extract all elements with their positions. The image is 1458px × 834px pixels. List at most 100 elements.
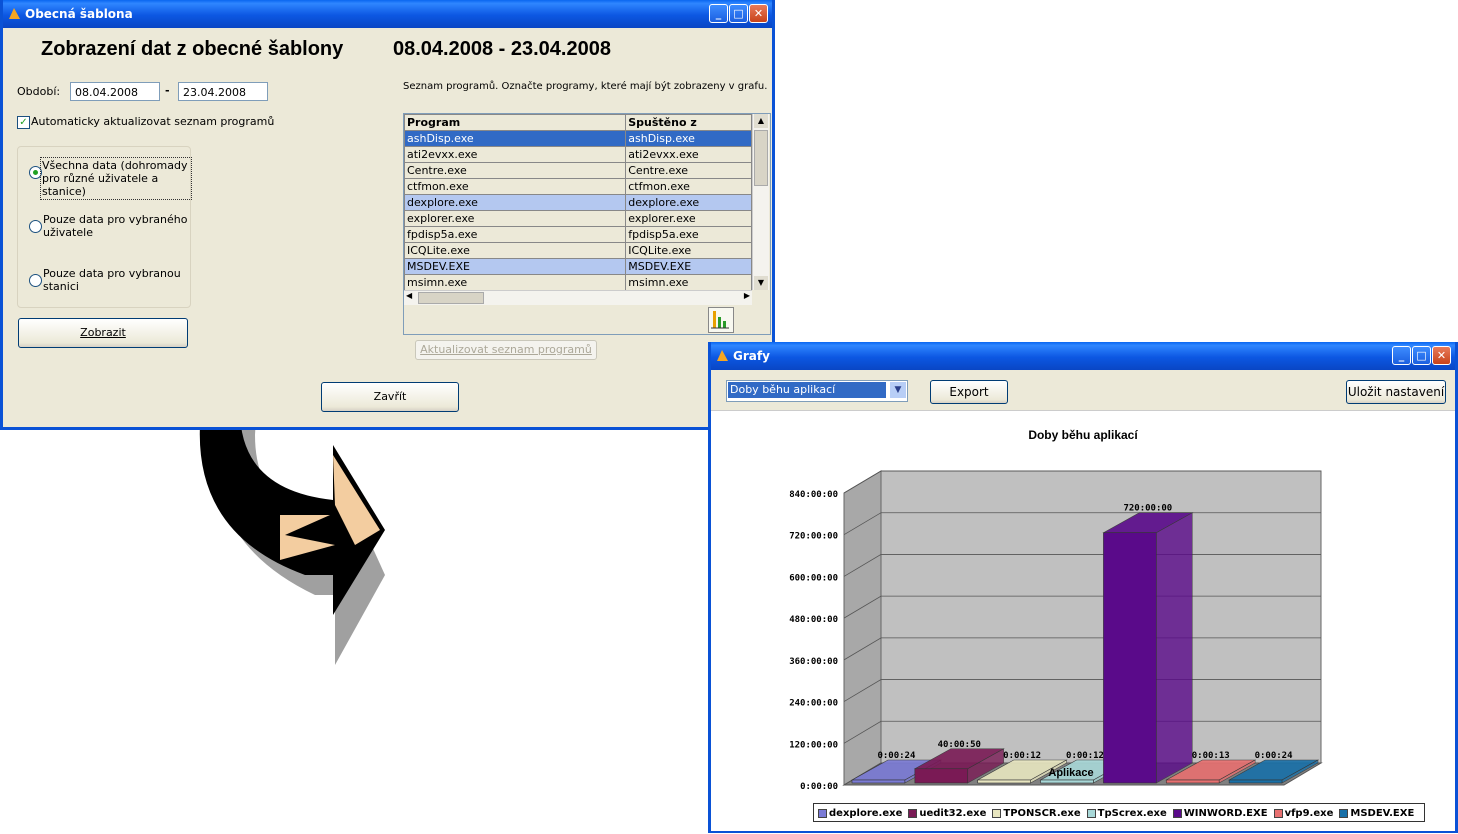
bar-value-label: 0:00:13 [1192, 751, 1230, 761]
legend-item: uedit32.exe [908, 808, 986, 819]
column-header-started[interactable]: Spuštěno z [625, 114, 752, 131]
radio-station-line2: stanici [43, 280, 79, 293]
radio-user-data[interactable] [29, 220, 42, 233]
table-row[interactable]: msimn.exe msimn.exe [403, 274, 752, 291]
bar-chart-icon [711, 311, 729, 329]
chevron-down-icon[interactable]: ▼ [890, 382, 906, 398]
close-window-button[interactable]: ✕ [1432, 346, 1451, 365]
program-cell: ashDisp.exe [403, 130, 627, 147]
maximize-button[interactable]: □ [1412, 346, 1431, 365]
radio-all-line1: Všechna data (dohromady [42, 159, 188, 172]
bar [977, 779, 1031, 784]
bar-value-label: 40:00:50 [938, 740, 981, 750]
legend-item: TpScrex.exe [1086, 808, 1167, 819]
template-window-titlebar[interactable]: Obecná šablona _ □ ✕ [3, 0, 772, 28]
maximize-icon: □ [733, 7, 744, 20]
scroll-right-icon[interactable]: ▶ [744, 291, 750, 300]
started-from-cell: dexplore.exe [625, 194, 752, 211]
bar [1040, 779, 1094, 784]
date-separator: - [165, 84, 170, 97]
legend-label: MSDEV.EXE [1350, 808, 1415, 819]
program-cell: ati2evxx.exe [403, 146, 627, 163]
minimize-button[interactable]: _ [709, 4, 728, 23]
maximize-icon: □ [1416, 349, 1427, 362]
legend-item: vfp9.exe [1273, 808, 1334, 819]
legend-swatch [992, 808, 1002, 818]
charts-window-titlebar[interactable]: Grafy _ □ ✕ [711, 342, 1455, 370]
bar [851, 779, 906, 784]
program-list-hint: Seznam programů. Označte programy, které… [403, 81, 768, 92]
y-tick-label: 720:00:00 [789, 532, 838, 542]
table-row[interactable]: dexplore.exe dexplore.exe [403, 194, 752, 211]
y-tick-label: 480:00:00 [789, 615, 838, 625]
chart-title: Doby běhu aplikací [1028, 428, 1138, 442]
table-row[interactable]: explorer.exe explorer.exe [403, 210, 752, 227]
table-row[interactable]: ati2evxx.exe ati2evxx.exe [403, 146, 752, 163]
table-row[interactable]: Centre.exe Centre.exe [403, 162, 752, 179]
column-header-program[interactable]: Program [403, 114, 627, 131]
legend-swatch [908, 808, 918, 818]
y-tick-label: 0:00:00 [800, 782, 838, 792]
scroll-left-icon[interactable]: ◀ [406, 291, 412, 300]
vertical-scroll-thumb[interactable] [754, 130, 768, 186]
scroll-up-icon[interactable]: ▲ [754, 114, 768, 128]
window-title: Obecná šablona [25, 7, 133, 21]
horizontal-scrollbar[interactable]: ◀ ▶ [404, 290, 752, 305]
radio-all-data-label[interactable]: Všechna data (dohromady pro různé uživat… [40, 157, 192, 200]
y-tick-label: 840:00:00 [789, 490, 838, 500]
radio-all-line2: pro různé uživatele a stanice) [42, 172, 159, 198]
chart-back-wall [880, 470, 1322, 764]
started-from-cell: explorer.exe [625, 210, 752, 227]
table-row[interactable]: ctfmon.exe ctfmon.exe [403, 178, 752, 195]
close-window-button[interactable]: ✕ [749, 4, 768, 23]
bar [1103, 532, 1157, 784]
radio-station-data[interactable] [29, 274, 42, 287]
legend-item: TPONSCR.exe [992, 808, 1081, 819]
program-cell: ICQLite.exe [403, 242, 627, 259]
bar-value-label: 0:00:12 [1003, 751, 1041, 761]
horizontal-scroll-thumb[interactable] [418, 292, 484, 304]
table-row[interactable]: MSDEV.EXE MSDEV.EXE [403, 258, 752, 275]
radio-user-label[interactable]: Pouze data pro vybraného uživatele [43, 213, 187, 239]
table-row[interactable]: ICQLite.exe ICQLite.exe [403, 242, 752, 259]
table-row[interactable]: ashDisp.exe ashDisp.exe [403, 130, 752, 147]
program-cell: ctfmon.exe [403, 178, 627, 195]
program-cell: Centre.exe [403, 162, 627, 179]
show-button[interactable]: Zobrazit [18, 318, 188, 348]
legend-swatch [818, 808, 827, 818]
legend-swatch [1086, 808, 1096, 818]
bar-side [1155, 512, 1193, 784]
date-to-field[interactable]: 23.04.2008 [178, 82, 268, 101]
radio-station-label[interactable]: Pouze data pro vybranou stanici [43, 267, 181, 293]
started-from-cell: ati2evxx.exe [625, 146, 752, 163]
bar [1165, 779, 1220, 784]
export-button[interactable]: Export [930, 380, 1008, 404]
chart-type-select[interactable]: Doby běhu aplikací ▼ [726, 380, 908, 402]
legend-label: vfp9.exe [1284, 808, 1334, 819]
legend-item: MSDEV.EXE [1339, 808, 1414, 819]
scroll-down-icon[interactable]: ▼ [754, 276, 768, 290]
legend-swatch [1339, 808, 1349, 818]
date-from-field[interactable]: 08.04.2008 [70, 82, 160, 101]
bar-value-label: 0:00:24 [1255, 751, 1294, 761]
legend-label: uedit32.exe [919, 808, 987, 819]
started-from-cell: ICQLite.exe [625, 242, 752, 259]
maximize-button[interactable]: □ [729, 4, 748, 23]
vertical-scrollbar[interactable]: ▲ ▼ [752, 114, 769, 290]
chart-type-value: Doby běhu aplikací [728, 382, 886, 398]
close-icon: ✕ [753, 7, 764, 20]
y-tick-label: 240:00:00 [789, 699, 838, 709]
chart-side-wall [843, 470, 882, 786]
chart-button[interactable] [708, 307, 734, 333]
charts-window: Grafy _ □ ✕ Doby běhu aplikací ▼ Export … [708, 342, 1458, 833]
auto-update-checkbox[interactable]: ✓ [17, 116, 30, 129]
table-row[interactable]: fpdisp5a.exe fpdisp5a.exe [403, 226, 752, 243]
close-button[interactable]: Zavřít [321, 382, 459, 412]
save-settings-button[interactable]: Uložit nastavení [1346, 380, 1446, 404]
template-window: Obecná šablona _ □ ✕ Zobrazení dat z obe… [0, 0, 775, 430]
bar-chart: Doby běhu aplikací 0:00:00 120:00:00 240:0… [789, 428, 1323, 792]
bar-value-label: 0:00:12 [1066, 751, 1104, 761]
refresh-list-button[interactable]: Aktualizovat seznam programů [415, 340, 597, 360]
program-cell: msimn.exe [403, 274, 627, 291]
minimize-button[interactable]: _ [1392, 346, 1411, 365]
